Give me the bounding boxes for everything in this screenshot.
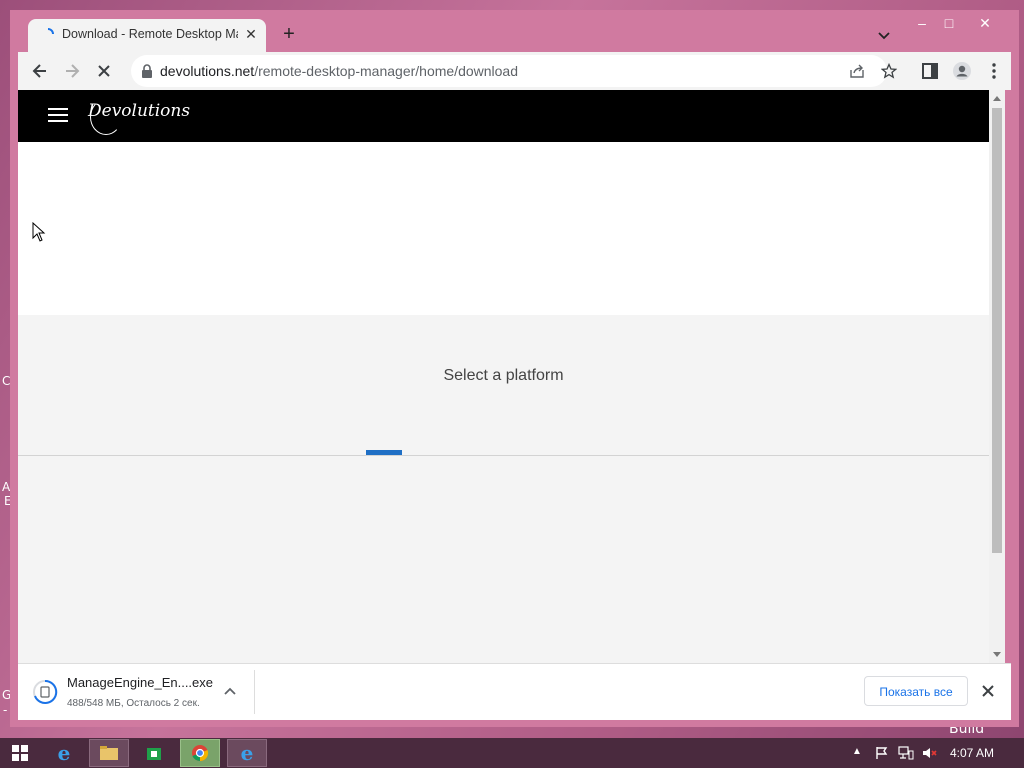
site-header: Devolutions [18,90,989,142]
browser-toolbar: devolutions.net/remote-desktop-manager/h… [18,52,1011,90]
download-divider [254,670,255,714]
taskbar-internet-explorer-window[interactable]: e [227,739,267,767]
devolutions-logo[interactable]: Devolutions [88,101,190,121]
close-download-bar-icon[interactable] [980,683,996,699]
mouse-cursor-icon [32,222,46,242]
scroll-thumb[interactable] [992,108,1002,553]
action-center-flag-icon[interactable] [875,746,889,760]
taskbar-store[interactable] [134,739,174,767]
bookmark-star-icon[interactable] [881,63,897,79]
scroll-down-arrow-icon[interactable] [993,652,1001,657]
download-progress-icon[interactable] [32,679,58,705]
store-icon [147,748,161,760]
browser-menu-icon[interactable] [984,61,1004,81]
url-path: /remote-desktop-manager/home/download [254,63,518,79]
internet-explorer-icon: e [57,741,71,765]
folder-icon [100,746,118,760]
platform-selector: Select a platform [18,315,989,456]
show-hidden-icons-icon[interactable]: ▲ [852,746,862,757]
maximize-button[interactable]: □ [938,14,960,32]
chevron-up-icon[interactable] [222,684,238,700]
url-domain: devolutions.net [160,63,255,79]
taskbar-file-explorer[interactable] [89,739,129,767]
windows-logo-icon [12,745,28,761]
taskbar-chrome[interactable] [180,739,220,767]
loading-spinner-icon [47,28,54,35]
back-arrow-icon[interactable] [30,61,50,81]
minimize-button[interactable]: – [911,14,933,32]
hero-section [18,142,989,315]
desktop-icon-label-dash: - [3,703,8,717]
side-panel-icon[interactable] [920,61,940,81]
browser-window: Download - Remote Desktop Ma ✕ + – □ ✕ d… [10,10,1019,727]
url-text: devolutions.net/remote-desktop-manager/h… [160,63,518,79]
address-bar[interactable]: devolutions.net/remote-desktop-manager/h… [131,55,897,87]
page-scrollbar[interactable] [989,90,1005,663]
tab-title: Download - Remote Desktop Ma [62,27,238,41]
page-viewport: Devolutions Select a platform [18,90,989,663]
scroll-up-arrow-icon[interactable] [993,96,1001,101]
share-icon[interactable] [849,63,865,79]
taskbar-internet-explorer[interactable]: e [44,739,84,767]
download-status: 488/548 МБ, Осталось 2 сек. [67,698,200,709]
lock-icon[interactable] [141,64,153,78]
close-window-button[interactable]: ✕ [974,14,996,32]
title-bar: Download - Remote Desktop Ma ✕ + – □ ✕ [10,10,1019,52]
download-bar: ManageEngine_En....exe 488/548 МБ, Остал… [18,663,1011,720]
internet-explorer-icon: e [240,741,254,765]
forward-arrow-icon[interactable] [62,61,82,81]
profile-avatar-icon[interactable] [952,61,972,81]
show-all-downloads-button[interactable]: Показать все [864,676,968,706]
hamburger-menu-icon[interactable] [48,108,68,122]
taskbar: e e ▲ 4:07 AM [0,738,1024,768]
desktop-icon-label-a: A [2,480,11,494]
tab-search-chevron-icon[interactable] [876,27,892,43]
tab-close-icon[interactable]: ✕ [242,25,260,43]
browser-tab[interactable]: Download - Remote Desktop Ma ✕ [28,19,266,52]
start-button[interactable] [0,739,40,767]
platform-content [18,456,989,663]
system-clock[interactable]: 4:07 AM [950,746,994,760]
stop-loading-icon[interactable] [94,61,114,81]
volume-muted-icon[interactable] [922,746,938,760]
active-platform-tab-indicator[interactable] [366,450,402,455]
download-file-name[interactable]: ManageEngine_En....exe [67,675,213,690]
section-title: Select a platform [443,367,564,384]
network-icon[interactable] [898,746,914,760]
chrome-icon [192,745,209,762]
new-tab-icon[interactable]: + [278,24,300,46]
